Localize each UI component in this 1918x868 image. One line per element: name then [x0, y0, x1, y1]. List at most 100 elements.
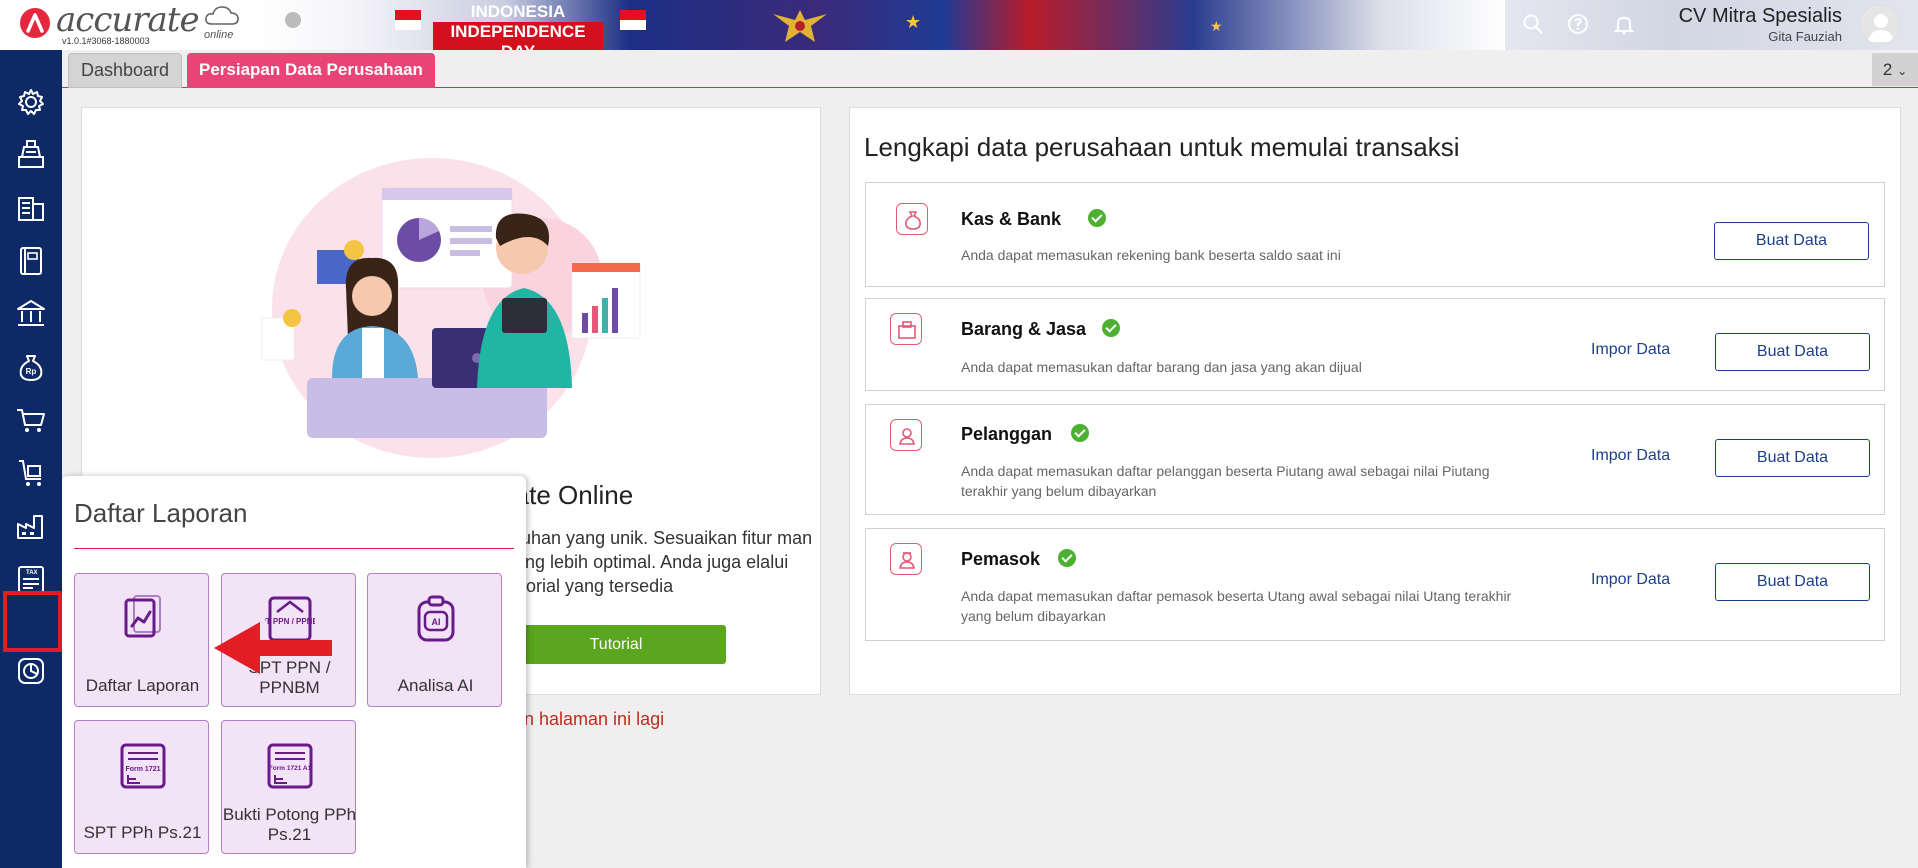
form-1721-a1-icon: Form 1721 A1: [267, 743, 313, 789]
setup-item-title: Pelanggan: [961, 424, 1053, 444]
report-chart-icon: [124, 595, 161, 638]
setup-item-desc: Anda dapat memasukan rekening bank beser…: [961, 247, 1341, 263]
buat-data-button-barang-jasa[interactable]: Buat Data: [1715, 333, 1870, 371]
cloud-icon: [205, 6, 239, 25]
popup-divider: [74, 548, 514, 549]
setup-item-desc: Anda dapat memasukan daftar barang dan j…: [961, 359, 1362, 375]
chevron-down-icon: ⌄: [1897, 64, 1908, 78]
sidebar-item-cashier[interactable]: [11, 135, 51, 175]
flag-icon: [395, 10, 421, 30]
sidebar-item-sales[interactable]: [11, 400, 51, 440]
tile-label: SPT PPh Ps.21: [83, 823, 202, 842]
form-1721-icon: Form 1721: [120, 743, 166, 789]
setup-card: Lengkapi data perusahaan untuk memulai t…: [849, 107, 1901, 695]
avatar[interactable]: [1860, 5, 1900, 45]
red-arrow-annotation: [214, 622, 332, 674]
hide-page-link[interactable]: n halaman ini lagi: [524, 709, 664, 730]
setup-item-pemasok: Pemasok Anda dapat memasukan daftar pema…: [865, 528, 1885, 641]
ai-clipboard-icon: AI: [417, 595, 455, 642]
star-icon: ★: [1210, 18, 1223, 34]
flag-icon: [620, 10, 646, 30]
welcome-description: utuhan yang unik. Sesuaikan fitur man ya…: [506, 528, 813, 596]
building-icon: [18, 197, 44, 221]
user-avatar-icon: [1861, 6, 1899, 44]
tile-spt-pph21[interactable]: Form 1721 SPT PPh Ps.21: [74, 720, 209, 854]
banner-title: INDONESIA INDEPENDENCE DAY: [433, 2, 603, 50]
tile-label: Bukti Potong PPh Ps.21: [222, 805, 357, 844]
setup-item-desc: Anda dapat memasukan daftar pemasok bese…: [961, 588, 1512, 624]
header-actions: CV Mitra Spesialis Gita Fauziah: [1505, 0, 1918, 50]
buat-data-button-pelanggan[interactable]: Buat Data: [1715, 439, 1870, 477]
check-icon: [1102, 319, 1120, 337]
svg-text:Form 1721: Form 1721: [125, 766, 160, 773]
tile-bukti-potong[interactable]: Form 1721 A1 Bukti Potong PPh Ps.21: [221, 720, 356, 854]
sidebar-item-inventory[interactable]: [11, 506, 51, 546]
check-icon: [1088, 209, 1106, 227]
svg-text:AI: AI: [432, 617, 441, 627]
star-icon: ★: [905, 12, 922, 32]
sidebar-item-company[interactable]: [11, 188, 51, 228]
tile-daftar-laporan[interactable]: Daftar Laporan: [74, 573, 209, 707]
sidebar-item-ledger[interactable]: [11, 241, 51, 281]
popup-title: Daftar Laporan: [74, 498, 248, 528]
sidebar-item-purchase[interactable]: [11, 453, 51, 493]
setup-item-desc: Anda dapat memasukan daftar pelanggan be…: [961, 463, 1490, 499]
money-bag-icon: Rp: [19, 355, 43, 381]
logo-text: accurate: [56, 0, 200, 40]
impor-data-button-barang-jasa[interactable]: Impor Data: [1591, 341, 1670, 359]
setup-item-title: Pemasok: [961, 549, 1041, 569]
report-icon: [18, 658, 44, 684]
book-icon: [20, 247, 42, 275]
search-icon[interactable]: [1521, 12, 1545, 36]
app-logo[interactable]: accurate online v1.0.1#3068-1880003: [0, 0, 255, 50]
sidebar-item-settings[interactable]: [11, 82, 51, 122]
welcome-illustration: [261, 158, 641, 458]
svg-text:TAX: TAX: [26, 570, 38, 576]
tile-label: Analisa AI: [397, 676, 474, 695]
impor-data-button-pemasok[interactable]: Impor Data: [1591, 571, 1670, 589]
setup-item-title: Kas & Bank: [961, 209, 1062, 229]
impor-data-button-pelanggan[interactable]: Impor Data: [1591, 447, 1670, 465]
delivery-icon: [19, 460, 41, 486]
check-icon: [1071, 424, 1089, 442]
sidebar-item-reports[interactable]: [11, 651, 51, 691]
cashier-icon: [18, 140, 44, 168]
factory-icon: [17, 515, 43, 539]
svg-text:Form 1721 A1: Form 1721 A1: [269, 765, 312, 772]
sidebar-item-bank[interactable]: [11, 294, 51, 334]
svg-text:Rp: Rp: [26, 367, 37, 376]
independence-day-banner: INDONESIA INDEPENDENCE DAY ★ ★: [255, 0, 1505, 50]
bank-icon: [17, 300, 45, 326]
tab-bar: Dashboard Persiapan Data Perusahaan 2 ⌄: [62, 50, 1918, 88]
bell-icon[interactable]: [1612, 12, 1636, 36]
setup-item-barang-jasa: Barang & Jasa Anda dapat memasukan dafta…: [865, 298, 1885, 391]
cart-icon: [17, 409, 45, 432]
garuda-icon: [773, 10, 827, 42]
gear-icon: [18, 89, 44, 115]
setup-title: Lengkapi data perusahaan untuk memulai t…: [864, 132, 1460, 162]
logo-sub: online: [204, 29, 234, 41]
money-bag-icon: [896, 203, 928, 235]
tab-dashboard[interactable]: Dashboard: [68, 53, 183, 88]
top-header: accurate online v1.0.1#3068-1880003 INDO…: [0, 0, 1918, 50]
tile-label: Daftar Laporan: [85, 676, 200, 695]
user-name: Gita Fauziah: [1768, 29, 1842, 44]
tab-count-dropdown[interactable]: 2 ⌄: [1872, 53, 1918, 86]
tab-persiapan-data[interactable]: Persiapan Data Perusahaan: [187, 53, 435, 88]
buat-data-button-kas-bank[interactable]: Buat Data: [1714, 222, 1869, 260]
tab-count-value: 2: [1882, 60, 1893, 79]
sidebar-active-highlight: [3, 591, 62, 652]
tile-analisa-ai[interactable]: AI Analisa AI: [367, 573, 502, 707]
help-icon[interactable]: [1566, 12, 1590, 36]
version-label: v1.0.1#3068-1880003: [62, 36, 150, 46]
company-name[interactable]: CV Mitra Spesialis: [1679, 5, 1842, 28]
supplier-icon: [890, 543, 922, 575]
check-icon: [1058, 549, 1076, 567]
tutorial-button[interactable]: Tutorial: [506, 625, 726, 664]
sidebar-item-finance[interactable]: Rp: [11, 347, 51, 387]
accurate-logo-icon: [20, 8, 50, 38]
buat-data-button-pemasok[interactable]: Buat Data: [1715, 563, 1870, 601]
setup-item-pelanggan: Pelanggan Anda dapat memasukan daftar pe…: [865, 404, 1885, 515]
setup-item-title: Barang & Jasa: [961, 319, 1087, 339]
sidebar: Rp TAX: [0, 50, 62, 868]
